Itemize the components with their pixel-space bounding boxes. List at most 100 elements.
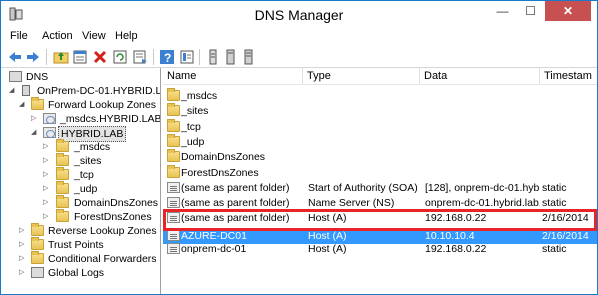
- dns-record-icon: [167, 181, 180, 193]
- refresh-icon[interactable]: [112, 49, 128, 65]
- record-data: [128], onprem-dc-01.hybrid.lab.: [425, 181, 540, 194]
- tree-node-global-logs[interactable]: ▷ Global Logs: [19, 266, 160, 280]
- toolbar-separator: [199, 49, 200, 65]
- record-name: _sites: [181, 105, 209, 118]
- table-row[interactable]: DomainDnsZones: [163, 149, 597, 165]
- console-tree: DNS ◢ OnPrem-DC-01.HYBRID.LAB ◢ Forward …: [1, 68, 161, 294]
- folder-icon: [56, 139, 69, 152]
- server-icon: [22, 85, 30, 96]
- record-name: _msdcs: [181, 90, 218, 102]
- maximize-button[interactable]: ☐: [517, 1, 544, 21]
- menu-help[interactable]: Help: [115, 30, 138, 42]
- table-row[interactable]: _msdcs: [163, 88, 597, 104]
- table-row[interactable]: (same as parent folder) Start of Authorit…: [163, 180, 597, 196]
- title-bar: DNS Manager — ☐ ✕: [1, 1, 597, 28]
- record-name: (same as parent folder): [181, 181, 290, 194]
- record-type: Start of Authority (SOA): [308, 181, 418, 194]
- tree-node-hybrid-lab[interactable]: ◢ HYBRID.LAB: [31, 126, 160, 142]
- tree-label: Forward Lookup Zones: [48, 99, 156, 111]
- tree-label: DomainDnsZones: [74, 197, 159, 209]
- expand-icon[interactable]: ▷: [19, 238, 27, 252]
- tree-label: OnPrem-DC-01.HYBRID.LAB: [37, 85, 161, 97]
- tree-node-conditional-forwarders[interactable]: ▷ Conditional Forwarders: [19, 251, 160, 266]
- expand-icon[interactable]: ▷: [43, 210, 51, 224]
- menu-view[interactable]: View: [82, 30, 106, 42]
- record-name: DomainDnsZones: [181, 151, 266, 164]
- expand-icon[interactable]: ▷: [43, 182, 51, 196]
- tree-node-child[interactable]: ▷ ForestDnsZones: [43, 209, 160, 224]
- tree-node-child[interactable]: ▷ DomainDnsZones: [43, 195, 160, 210]
- delete-icon[interactable]: [92, 49, 108, 65]
- expand-icon[interactable]: ▷: [43, 140, 51, 154]
- table-row[interactable]: ForestDnsZones: [163, 164, 597, 181]
- expand-icon[interactable]: ▷: [43, 154, 51, 168]
- record-name: _udp: [181, 135, 205, 148]
- record-icon[interactable]: [205, 49, 221, 65]
- expand-icon[interactable]: ▷: [19, 224, 27, 238]
- column-header-timestamp[interactable]: Timestam: [540, 68, 597, 84]
- back-arrow-icon[interactable]: [7, 49, 23, 65]
- folder-icon: [56, 209, 69, 222]
- tree-node-child[interactable]: ▷ _sites: [43, 153, 160, 168]
- collapse-icon[interactable]: ◢: [31, 126, 39, 140]
- zone-icon: [43, 113, 56, 124]
- tree-label: DNS: [26, 71, 49, 83]
- column-header-data[interactable]: Data: [420, 68, 540, 84]
- tree-node-child[interactable]: ▷ _msdcs: [43, 139, 160, 154]
- table-row[interactable]: onprem-dc-01 Host (A) 192.168.0.22 static: [163, 241, 597, 257]
- record-timestamp: static: [542, 181, 567, 194]
- column-header-name[interactable]: Name: [163, 68, 303, 84]
- help-icon[interactable]: ?: [159, 49, 175, 65]
- table-row[interactable]: _tcp: [163, 118, 597, 135]
- collapse-icon[interactable]: ◢: [19, 98, 27, 112]
- tree-label: _msdcs: [74, 141, 111, 153]
- properties-page-icon[interactable]: [179, 49, 195, 65]
- up-folder-icon[interactable]: [53, 49, 69, 65]
- server-2-icon[interactable]: [241, 49, 257, 65]
- tree-node-child[interactable]: ▷ _tcp: [43, 167, 160, 182]
- expand-icon[interactable]: ▷: [43, 168, 51, 182]
- column-header-type[interactable]: Type: [303, 68, 420, 84]
- folder-icon: [31, 251, 44, 264]
- expand-icon[interactable]: ▷: [31, 112, 39, 126]
- dns-record-icon: [167, 197, 180, 209]
- toolbar: ?: [1, 46, 597, 68]
- tree-label: _tcp: [74, 169, 94, 181]
- folder-icon: [56, 195, 69, 208]
- zone-icon: [43, 127, 56, 138]
- forward-arrow-icon[interactable]: [25, 49, 41, 65]
- export-list-icon[interactable]: [132, 49, 148, 65]
- minimize-button[interactable]: —: [489, 1, 516, 21]
- server-icon[interactable]: [223, 49, 239, 65]
- tree-node-trust-points[interactable]: ▷ Trust Points: [19, 237, 160, 252]
- tree-label: _sites: [74, 155, 102, 167]
- folder-icon: [167, 118, 180, 132]
- toolbar-separator: [46, 49, 47, 65]
- tree-label: Trust Points: [48, 239, 104, 251]
- tree-node-child[interactable]: ▷ _udp: [43, 181, 160, 196]
- results-list: Name Type Data Timestam _msdcs _sites _tcp…: [163, 68, 597, 294]
- tree-node-dns[interactable]: DNS: [9, 70, 159, 84]
- close-button[interactable]: ✕: [545, 1, 591, 21]
- collapse-icon[interactable]: ◢: [9, 84, 17, 98]
- tree-label: Conditional Forwarders: [48, 253, 157, 265]
- folder-icon: [167, 133, 180, 147]
- folder-icon: [56, 181, 69, 194]
- tree-node-server[interactable]: ◢ OnPrem-DC-01.HYBRID.LAB: [9, 84, 161, 98]
- tree-node-msdcs-zone[interactable]: ▷ _msdcs.HYBRID.LAB: [31, 112, 160, 126]
- expand-icon[interactable]: ▷: [43, 196, 51, 210]
- tree-node-reverse-lookup-zones[interactable]: ▷ Reverse Lookup Zones: [19, 223, 160, 238]
- menu-file[interactable]: File: [10, 30, 28, 42]
- dns-icon: [9, 71, 22, 82]
- expand-icon[interactable]: ▷: [19, 266, 27, 280]
- menu-action[interactable]: Action: [42, 30, 73, 42]
- folder-icon: [31, 223, 44, 236]
- tree-label: Global Logs: [48, 267, 105, 279]
- tree-label: Reverse Lookup Zones: [48, 225, 157, 237]
- table-row[interactable]: _sites: [163, 103, 597, 119]
- table-row[interactable]: _udp: [163, 133, 597, 150]
- properties-icon[interactable]: [72, 49, 88, 65]
- tree-node-forward-lookup-zones[interactable]: ◢ Forward Lookup Zones: [19, 97, 160, 112]
- expand-icon[interactable]: ▷: [19, 252, 27, 266]
- folder-icon: [167, 88, 180, 101]
